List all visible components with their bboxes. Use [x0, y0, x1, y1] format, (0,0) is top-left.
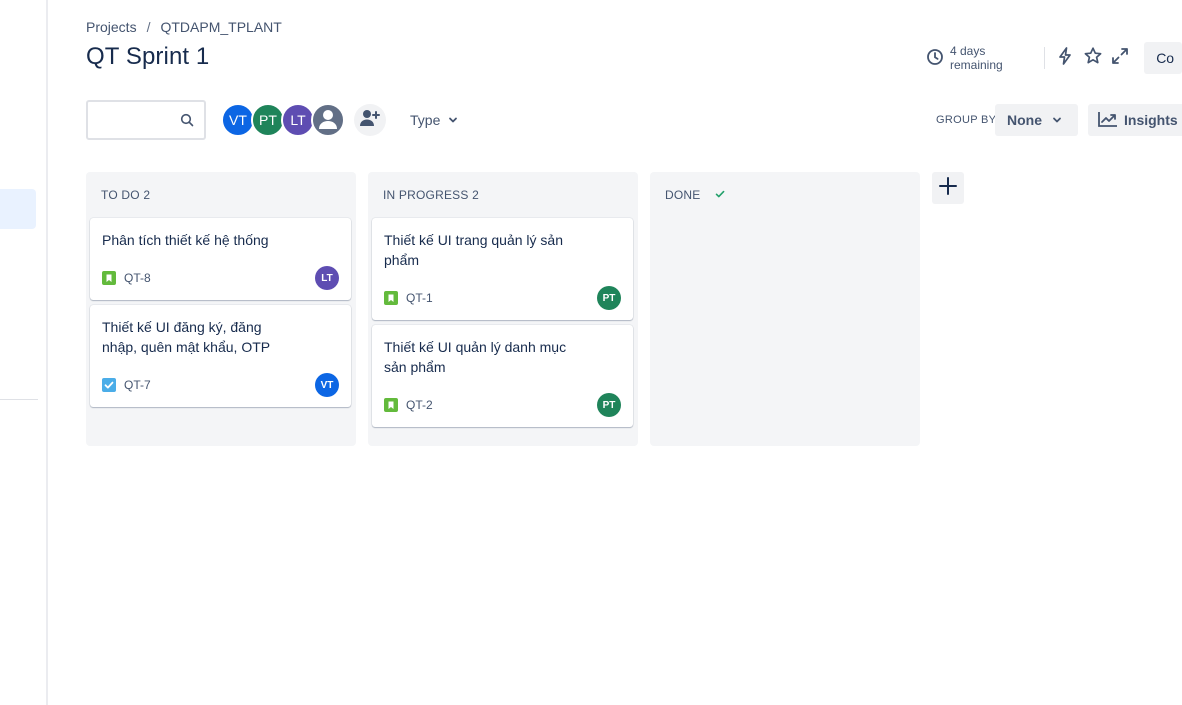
avatar-filter-group: VT PT LT — [221, 103, 345, 137]
page-title: QT Sprint 1 — [86, 43, 210, 70]
star-icon — [1083, 46, 1103, 71]
card-footer: QT-2 PT — [384, 393, 621, 417]
checkmark-icon — [714, 188, 726, 203]
column-header-label: DONE — [665, 188, 701, 202]
breadcrumb-separator: / — [146, 19, 151, 35]
star-button[interactable] — [1079, 42, 1107, 74]
breadcrumb-projects-link[interactable]: Projects — [86, 19, 137, 35]
add-person-icon — [359, 108, 381, 133]
board-column-in-progress: IN PROGRESS 2 Thiết kế UI trang quản lý … — [368, 172, 638, 446]
assignee-avatar[interactable]: VT — [315, 373, 339, 397]
insights-button[interactable]: Insights — [1088, 104, 1182, 136]
type-filter-label: Type — [410, 112, 441, 128]
breadcrumb: Projects / QTDAPM_TPLANT — [86, 19, 282, 35]
issue-card[interactable]: Thiết kế UI trang quản lý sản phẩm QT-1 … — [372, 218, 633, 320]
header-divider — [1044, 47, 1046, 69]
avatar-filter-pt[interactable]: PT — [251, 103, 285, 137]
expand-icon — [1111, 47, 1129, 70]
automation-button[interactable] — [1051, 42, 1079, 74]
left-sidebar — [0, 0, 48, 705]
task-icon — [102, 378, 116, 392]
chart-trend-icon — [1098, 111, 1118, 130]
group-by-label: GROUP BY — [936, 114, 997, 126]
card-title: Thiết kế UI quản lý danh mục sản phẩm — [384, 339, 567, 375]
plus-icon — [938, 176, 958, 201]
breadcrumb-project-link[interactable]: QTDAPM_TPLANT — [160, 19, 281, 35]
group-by-dropdown[interactable]: None — [995, 104, 1078, 136]
card-footer: QT-1 PT — [384, 286, 621, 310]
card-title: Phân tích thiết kế hệ thống — [102, 232, 269, 248]
lightning-icon — [1057, 46, 1073, 70]
add-people-button[interactable] — [354, 104, 386, 136]
assignee-avatar[interactable]: PT — [597, 393, 621, 417]
person-icon — [317, 107, 339, 134]
issue-card[interactable]: Thiết kế UI quản lý danh mục sản phẩm QT… — [372, 325, 633, 427]
clock-icon — [926, 48, 944, 69]
story-icon — [384, 291, 398, 305]
search-icon — [180, 113, 194, 132]
avatar-filter-unassigned[interactable] — [311, 103, 345, 137]
search-input[interactable] — [88, 102, 168, 138]
column-header: TO DO 2 — [101, 188, 151, 202]
issue-key[interactable]: QT-2 — [406, 398, 597, 412]
assignee-avatar[interactable]: LT — [315, 266, 339, 290]
avatar-filter-lt[interactable]: LT — [281, 103, 315, 137]
type-filter-dropdown[interactable]: Type — [400, 104, 468, 136]
assignee-avatar[interactable]: PT — [597, 286, 621, 310]
complete-sprint-button[interactable]: Co — [1144, 42, 1182, 74]
sidebar-active-item[interactable] — [0, 189, 36, 229]
add-column-button[interactable] — [932, 172, 964, 204]
fullscreen-button[interactable] — [1107, 42, 1135, 74]
remaining-text: 4 days remaining — [950, 44, 1003, 72]
column-header: IN PROGRESS 2 — [383, 188, 479, 202]
issue-key[interactable]: QT-1 — [406, 291, 597, 305]
sprint-remaining[interactable]: 4 days remaining — [920, 44, 1038, 72]
column-header: DONE — [654, 172, 916, 218]
issue-key[interactable]: QT-8 — [124, 271, 315, 285]
group-by-value: None — [1007, 112, 1042, 128]
card-title: Thiết kế UI đăng ký, đăng nhập, quên mật… — [102, 319, 271, 355]
board-column-done: DONE — [650, 172, 920, 446]
avatar-filter-vt[interactable]: VT — [221, 103, 255, 137]
issue-card[interactable]: Phân tích thiết kế hệ thống QT-8 LT — [90, 218, 351, 300]
chevron-down-icon — [448, 112, 458, 128]
issue-key[interactable]: QT-7 — [124, 378, 315, 392]
sidebar-divider — [0, 399, 38, 400]
card-footer: QT-7 VT — [102, 373, 339, 397]
issue-card[interactable]: Thiết kế UI đăng ký, đăng nhập, quên mật… — [90, 305, 351, 407]
story-icon — [384, 398, 398, 412]
story-icon — [102, 271, 116, 285]
card-title: Thiết kế UI trang quản lý sản phẩm — [384, 232, 563, 268]
card-footer: QT-8 LT — [102, 266, 339, 290]
header-actions: 4 days remaining Co — [920, 42, 1182, 74]
chevron-down-icon — [1052, 112, 1062, 128]
search-field[interactable] — [86, 100, 206, 140]
insights-label: Insights — [1124, 112, 1178, 128]
board-column-todo: TO DO 2 Phân tích thiết kế hệ thống QT-8… — [86, 172, 356, 446]
